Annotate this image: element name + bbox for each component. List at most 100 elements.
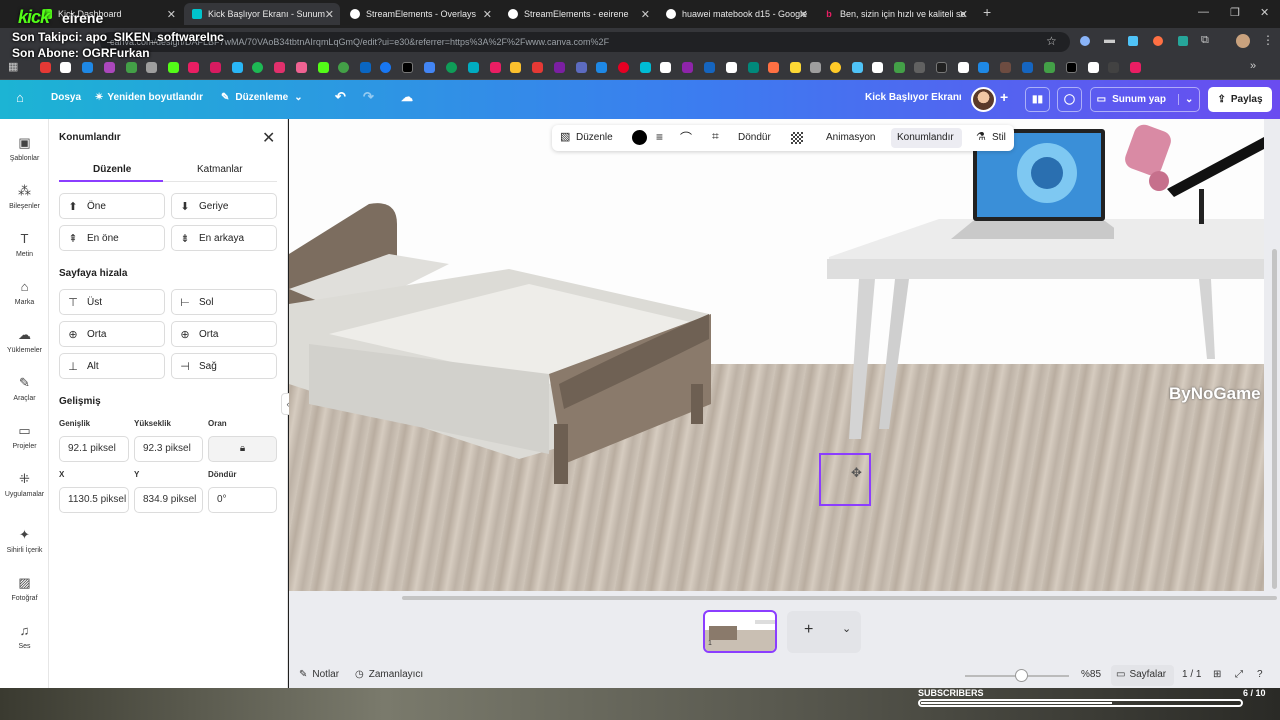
- bookmark-icon[interactable]: [618, 62, 629, 73]
- page-thumbnail[interactable]: 1: [703, 610, 777, 653]
- new-tab-icon[interactable]: +: [983, 4, 991, 20]
- border-style-icon[interactable]: ≡: [656, 130, 663, 144]
- cloud-saved-icon[interactable]: ☁: [401, 90, 413, 104]
- bookmark-icon[interactable]: [704, 62, 715, 73]
- bookmark-icon[interactable]: [1130, 62, 1141, 73]
- rail-photos[interactable]: ▨ Fotoğraf: [0, 575, 49, 602]
- send-backward-button[interactable]: ⬇ Geriye: [171, 193, 277, 219]
- rail-projects[interactable]: ▭ Projeler: [0, 423, 49, 450]
- selected-element-frame[interactable]: ✥: [819, 453, 871, 506]
- bookmark-star-icon[interactable]: ☆: [1046, 34, 1057, 48]
- rail-text[interactable]: T Metin: [0, 231, 49, 258]
- bookmark-icon[interactable]: [60, 62, 71, 73]
- bookmark-icon[interactable]: [640, 62, 651, 73]
- bookmark-icon[interactable]: [914, 62, 925, 73]
- bookmark-icon[interactable]: [830, 62, 841, 73]
- bookmark-icon[interactable]: [360, 62, 371, 73]
- close-tab-icon[interactable]: ✕: [325, 8, 334, 21]
- help-icon[interactable]: ?: [1257, 669, 1263, 680]
- bookmark-icon[interactable]: [660, 62, 671, 73]
- tab-google-search[interactable]: huawei matebook d15 - Google ✕: [658, 3, 814, 25]
- transparency-icon[interactable]: [791, 132, 803, 144]
- tab-kick-dashboard[interactable]: Kick Dashboard ✕: [34, 3, 182, 25]
- zoom-level[interactable]: %85: [1081, 669, 1101, 680]
- redo-icon[interactable]: ↷: [363, 89, 374, 105]
- design-canvas[interactable]: ByNoGame ✥ ▧ Düzenle ≡ ⌒ ⌗ Döndür Animas…: [289, 119, 1264, 591]
- extension-icon[interactable]: [1178, 36, 1188, 46]
- bookmark-icon[interactable]: [532, 62, 543, 73]
- width-input[interactable]: 92.1 piksel: [59, 436, 129, 462]
- bookmark-icon[interactable]: [402, 62, 413, 73]
- bookmark-icon[interactable]: [748, 62, 759, 73]
- grid-view-icon[interactable]: ⊞: [1213, 669, 1221, 680]
- close-tab-icon[interactable]: ✕: [167, 8, 176, 21]
- bookmark-icon[interactable]: [554, 62, 565, 73]
- rotate-input[interactable]: 0°: [208, 487, 277, 513]
- minimize-icon[interactable]: —: [1198, 6, 1209, 18]
- bookmark-icon[interactable]: [338, 62, 349, 73]
- bookmark-icon[interactable]: [790, 62, 801, 73]
- rail-uploads[interactable]: ☁ Yüklemeler: [0, 327, 49, 354]
- tab-canva-design[interactable]: Kick Başlıyor Ekranı - Sunum ✕: [184, 3, 340, 25]
- insights-button[interactable]: ▮▮: [1025, 87, 1050, 112]
- bookmark-icon[interactable]: [510, 62, 521, 73]
- add-collaborator-icon[interactable]: +: [1000, 89, 1008, 105]
- vertical-scrollbar[interactable]: [1272, 249, 1277, 589]
- bookmark-icon[interactable]: [126, 62, 137, 73]
- extensions-puzzle-icon[interactable]: ⧉: [1201, 34, 1209, 47]
- extension-icon[interactable]: [1080, 36, 1090, 46]
- horizontal-scrollbar[interactable]: [402, 596, 1277, 600]
- bookmark-icon[interactable]: [1108, 62, 1119, 73]
- microphone-image[interactable]: [1119, 119, 1264, 224]
- bookmark-icon[interactable]: [274, 62, 285, 73]
- close-window-icon[interactable]: ✕: [1260, 6, 1269, 19]
- extension-icon[interactable]: [1153, 36, 1163, 46]
- bookmark-icon[interactable]: [936, 62, 947, 73]
- bookmark-icon[interactable]: [768, 62, 779, 73]
- bookmark-icon[interactable]: [424, 62, 435, 73]
- bookmark-icon[interactable]: [958, 62, 969, 73]
- tab-streamelements-profile[interactable]: StreamElements - eeirene ✕: [500, 3, 656, 25]
- fullscreen-icon[interactable]: ⤢: [1235, 669, 1243, 680]
- bookmark-icon[interactable]: [1066, 62, 1077, 73]
- bookmark-icon[interactable]: [596, 62, 607, 73]
- file-menu[interactable]: Dosya: [51, 92, 81, 103]
- bookmark-icon[interactable]: [468, 62, 479, 73]
- bookmark-icon[interactable]: [82, 62, 93, 73]
- extension-icon[interactable]: [1128, 36, 1138, 46]
- rail-audio[interactable]: ♫ Ses: [0, 623, 49, 650]
- send-to-back-button[interactable]: ⇟ En arkaya: [171, 225, 277, 251]
- bookmark-icon[interactable]: [232, 62, 243, 73]
- bookmark-icon[interactable]: [682, 62, 693, 73]
- close-tab-icon[interactable]: ✕: [483, 8, 492, 21]
- bookmark-icon[interactable]: [188, 62, 199, 73]
- bookmark-icon[interactable]: [1000, 62, 1011, 73]
- edit-mode-dropdown[interactable]: ✎ Düzenleme ⌄: [221, 92, 303, 103]
- undo-icon[interactable]: ↶: [335, 89, 346, 105]
- animate-button[interactable]: Animasyon: [826, 132, 875, 143]
- bookmark-icon[interactable]: [576, 62, 587, 73]
- bookmark-icon[interactable]: [318, 62, 329, 73]
- bookmark-icon[interactable]: [810, 62, 821, 73]
- timer-button[interactable]: ◷ Zamanlayıcı: [355, 669, 423, 680]
- rail-magic[interactable]: ✦ Sihirli İçerik: [0, 527, 49, 554]
- profile-avatar[interactable]: [1236, 34, 1250, 48]
- tab-layers[interactable]: Katmanlar: [197, 164, 243, 175]
- rail-elements[interactable]: ⁂ Bileşenler: [0, 183, 49, 210]
- comments-button[interactable]: ◯: [1057, 87, 1082, 112]
- resize-button[interactable]: ✴ Yeniden boyutlandır: [95, 92, 203, 103]
- browser-menu-icon[interactable]: ⋮: [1262, 33, 1274, 47]
- home-icon[interactable]: ⌂: [16, 90, 24, 105]
- corner-rounding-icon[interactable]: ⌒: [680, 129, 692, 146]
- extension-icon[interactable]: ▬: [1104, 34, 1115, 46]
- y-input[interactable]: 834.9 piksel: [134, 487, 203, 513]
- align-center-button[interactable]: ⊕ Orta: [171, 321, 277, 347]
- bookmark-icon[interactable]: [296, 62, 307, 73]
- rail-tools[interactable]: ✎ Araçlar: [0, 375, 49, 402]
- bookmark-icon[interactable]: [210, 62, 221, 73]
- close-tab-icon[interactable]: ✕: [641, 8, 650, 21]
- bookmark-icon[interactable]: [146, 62, 157, 73]
- document-title[interactable]: Kick Başlıyor Ekranı: [865, 92, 962, 103]
- bookmark-icon[interactable]: [104, 62, 115, 73]
- align-bottom-button[interactable]: ⊥ Alt: [59, 353, 165, 379]
